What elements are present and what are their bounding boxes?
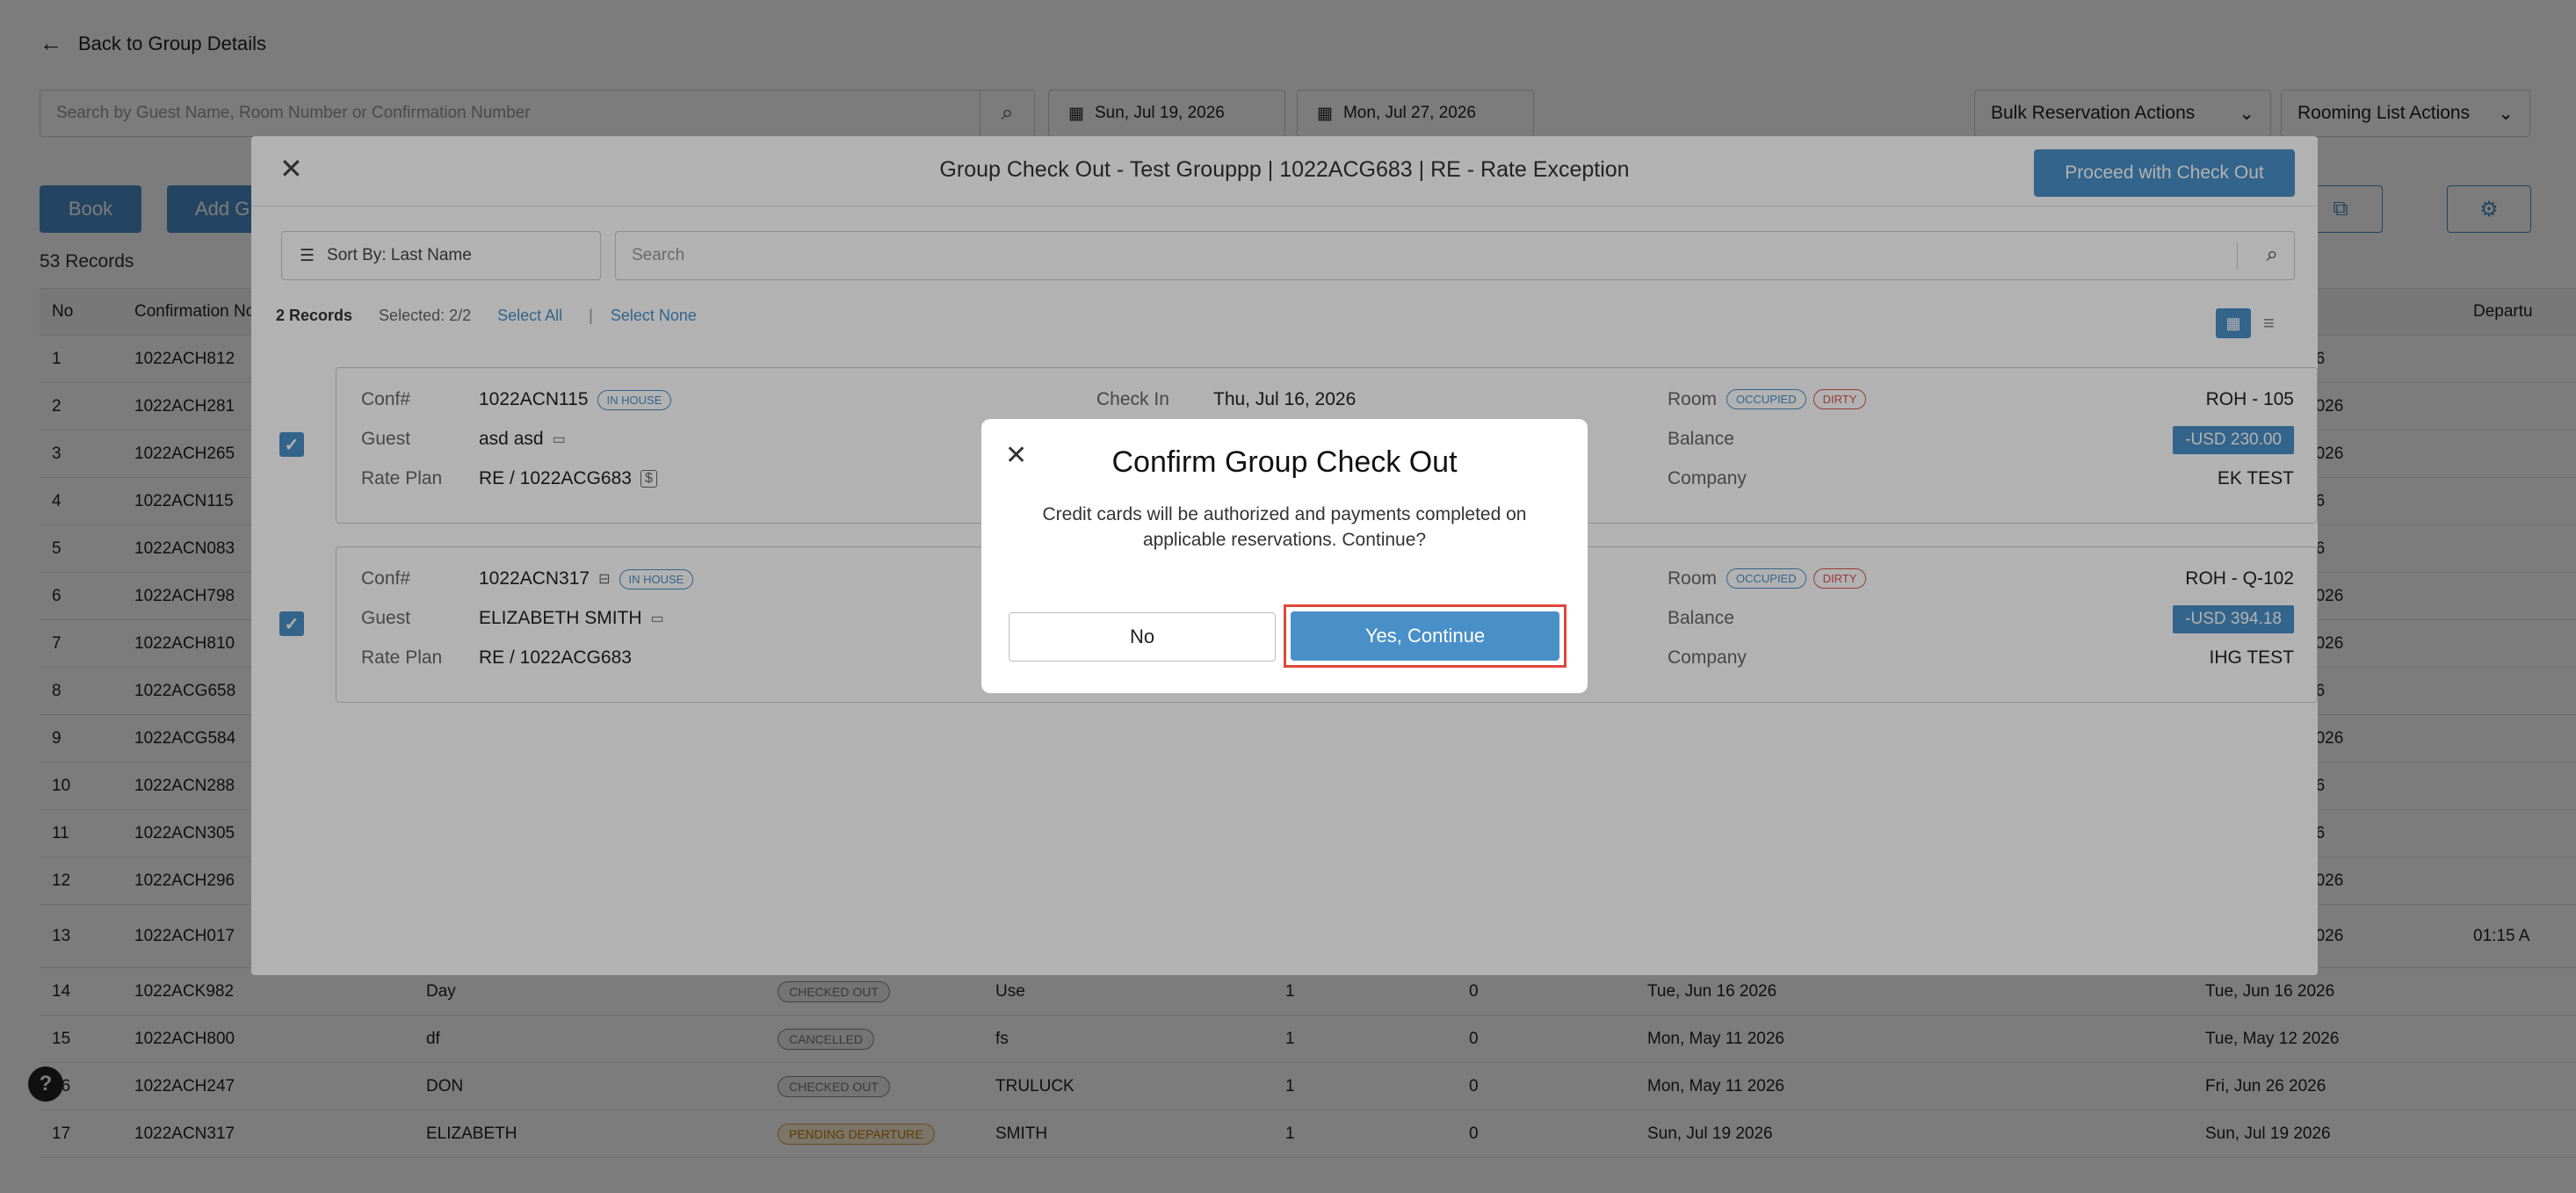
yes-continue-button[interactable]: Yes, Continue xyxy=(1291,611,1559,661)
dialog-title: Confirm Group Check Out xyxy=(1111,445,1458,479)
dialog-message: Credit cards will be authorized and paym… xyxy=(1042,504,1527,550)
confirm-group-check-out-dialog: ✕ Confirm Group Check Out Credit cards w… xyxy=(981,419,1588,693)
no-button[interactable]: No xyxy=(1009,612,1276,662)
highlight-box: Yes, Continue xyxy=(1284,604,1567,668)
